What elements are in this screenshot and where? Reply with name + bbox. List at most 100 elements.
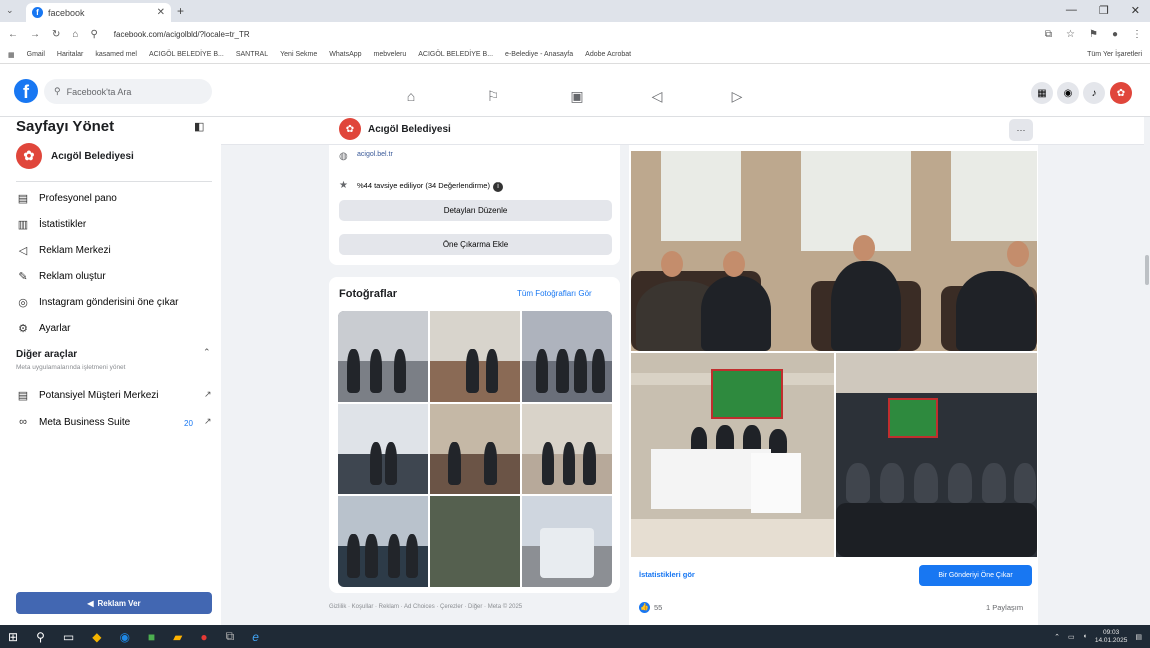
notifications-icon[interactable]: ♪	[1083, 82, 1105, 104]
sidebar-item-settings[interactable]: ⚙ Ayarlar	[16, 322, 70, 335]
chevron-up-icon[interactable]: ⌃	[1054, 633, 1060, 641]
apps-grid-icon[interactable]: ▦	[8, 51, 15, 59]
photo-thumbnail[interactable]	[522, 403, 612, 495]
bookmark-item[interactable]: ACIGÖL BELEDİYE B...	[418, 51, 493, 58]
bookmark-item[interactable]: kasamed mel	[95, 51, 137, 58]
photo-thumbnail[interactable]	[338, 403, 428, 495]
sidebar-item-meta-business-suite[interactable]: ∞ Meta Business Suite	[16, 416, 130, 428]
app-icon[interactable]: ●	[200, 630, 207, 644]
bookmark-item[interactable]: Haritalar	[57, 51, 83, 58]
footer-links[interactable]: Gizlilik · Koşullar · Reklam · Ad Choice…	[329, 604, 522, 610]
app-icon[interactable]: ⧉	[226, 629, 235, 644]
boost-post-button[interactable]: Bir Gönderiyi Öne Çıkar	[919, 565, 1032, 586]
reload-icon[interactable]: ↻	[52, 29, 60, 40]
video-nav-icon[interactable]: ▷	[727, 88, 747, 105]
all-bookmarks-folder[interactable]: Tüm Yer İşaretleri	[1087, 51, 1142, 58]
bookmark-item[interactable]: Gmail	[27, 51, 45, 58]
page-name[interactable]: Acıgöl Belediyesi	[368, 124, 451, 135]
forward-icon[interactable]: →	[30, 29, 40, 40]
edge-icon[interactable]: e	[252, 630, 259, 644]
photo-thumbnail[interactable]	[522, 496, 612, 587]
task-view-icon[interactable]: ▭	[63, 630, 74, 644]
browser-app-icon[interactable]: ◉	[119, 630, 129, 644]
account-avatar[interactable]: ✿	[1110, 82, 1132, 104]
bookmark-item[interactable]: e-Belediye - Anasayfa	[505, 51, 573, 58]
megaphone-nav-icon[interactable]: ◁	[647, 88, 667, 105]
bookmark-item[interactable]: SANTRAL	[236, 51, 268, 58]
other-tools-heading[interactable]: Diğer araçlar	[16, 349, 77, 360]
start-icon[interactable]: ⊞	[8, 630, 18, 644]
photo-thumbnail[interactable]	[430, 496, 520, 587]
extensions-icon[interactable]: ⚑	[1089, 29, 1098, 40]
bookmark-item[interactable]: mebveleru	[374, 51, 407, 58]
sidebar-item-insights[interactable]: ▥ İstatistikler	[16, 218, 86, 231]
add-featured-button[interactable]: Öne Çıkarma Ekle	[339, 234, 612, 255]
search-icon[interactable]: ⚲	[36, 630, 45, 644]
info-icon[interactable]: i	[492, 182, 503, 192]
notifications-icon[interactable]: ▤	[1135, 633, 1142, 641]
sidebar-item-boost-instagram[interactable]: ◎ Instagram gönderisini öne çıkar	[16, 296, 178, 309]
close-tab-icon[interactable]: ✕	[157, 7, 165, 18]
folder-icon[interactable]: ▰	[173, 630, 182, 644]
see-all-photos-link[interactable]: Tüm Fotoğrafları Gör	[517, 289, 592, 298]
sidebar-item-create-ad[interactable]: ✎ Reklam oluştur	[16, 270, 105, 283]
post-photo[interactable]	[631, 151, 1037, 351]
facebook-logo-icon[interactable]: f	[14, 79, 38, 103]
view-insights-link[interactable]: İstatistikleri gör	[639, 570, 695, 579]
photo-thumbnail[interactable]	[430, 311, 520, 402]
home-icon[interactable]: ⌂	[72, 29, 78, 40]
post-photo[interactable]	[836, 353, 1037, 557]
edit-details-button[interactable]: Detayları Düzenle	[339, 200, 612, 221]
app-icon[interactable]: ◆	[92, 630, 101, 644]
ads-nav-icon[interactable]: ▣	[567, 88, 587, 105]
volume-icon[interactable]: ◖	[1083, 633, 1087, 640]
bookmark-item[interactable]: Adobe Acrobat	[585, 51, 631, 58]
sidebar-item-ad-center[interactable]: ◁ Reklam Merkezi	[16, 244, 111, 257]
sidebar-item-leads-center[interactable]: ▤ Potansiyel Müşteri Merkezi	[16, 389, 212, 402]
menu-grid-icon[interactable]: ▦	[1031, 82, 1053, 104]
bookmark-item[interactable]: ACIGÖL BELEDİYE B...	[149, 51, 224, 58]
bookmark-item[interactable]: WhatsApp	[329, 51, 361, 58]
collapse-panel-icon[interactable]: ◧	[194, 120, 204, 133]
photo-thumbnail[interactable]	[338, 496, 428, 587]
post-photo[interactable]	[631, 353, 834, 557]
site-info-icon[interactable]: ⚲	[90, 29, 97, 40]
window-controls: — ❐ ✕	[1066, 4, 1140, 17]
browser-menu-icon[interactable]: ⋮	[1132, 29, 1142, 40]
page-scrollbar[interactable]	[1144, 117, 1150, 625]
page-avatar[interactable]: ✿	[339, 118, 361, 140]
profile-icon[interactable]: ●	[1112, 29, 1118, 40]
maximize-icon[interactable]: ❐	[1099, 4, 1109, 17]
clock[interactable]: 09:03 14.01.2025	[1095, 629, 1128, 645]
sidebar-page-profile[interactable]: ✿ Acıgöl Belediyesi	[16, 143, 134, 169]
messenger-icon[interactable]: ◉	[1057, 82, 1079, 104]
tab-menu-icon[interactable]: ⌄	[6, 5, 14, 16]
back-icon[interactable]: ←	[8, 29, 18, 40]
post-image-collage[interactable]	[631, 151, 1037, 557]
home-nav-icon[interactable]: ⌂	[401, 88, 421, 104]
browser-tab[interactable]: f facebook ✕	[26, 3, 171, 22]
photo-thumbnail[interactable]	[430, 403, 520, 495]
chevron-up-icon[interactable]: ⌃	[203, 347, 211, 358]
new-tab-button[interactable]: +	[177, 4, 184, 18]
minimize-icon[interactable]: —	[1066, 4, 1077, 17]
promote-button[interactable]: ◀ Reklam Ver	[16, 592, 212, 614]
url-field[interactable]: facebook.com/acigolbld/?locale=tr_TR	[114, 30, 250, 39]
app-icon[interactable]: ■	[148, 630, 155, 644]
flag-nav-icon[interactable]: ⚐	[483, 88, 503, 105]
reaction-count[interactable]: 55	[654, 603, 662, 612]
close-window-icon[interactable]: ✕	[1131, 4, 1140, 17]
photo-thumbnail[interactable]	[522, 311, 612, 402]
translate-icon[interactable]: ⧉	[1045, 29, 1052, 40]
photo-thumbnail[interactable]	[338, 311, 428, 402]
website-link[interactable]: acigol.bel.tr	[357, 151, 393, 158]
scrollbar-thumb[interactable]	[1145, 255, 1149, 285]
search-input[interactable]: ⚲ Facebook'ta Ara	[44, 79, 212, 104]
address-bar: ← → ↻ ⌂ ⚲ facebook.com/acigolbld/?locale…	[0, 22, 1150, 46]
sidebar-item-professional-dashboard[interactable]: ▤ Profesyonel pano	[16, 192, 117, 205]
network-icon[interactable]: ▭	[1068, 633, 1075, 641]
bookmark-star-icon[interactable]: ☆	[1066, 29, 1075, 40]
bookmark-item[interactable]: Yeni Sekme	[280, 51, 317, 58]
share-count[interactable]: 1 Paylaşım	[986, 603, 1023, 612]
more-options-button[interactable]: ···	[1009, 119, 1033, 141]
